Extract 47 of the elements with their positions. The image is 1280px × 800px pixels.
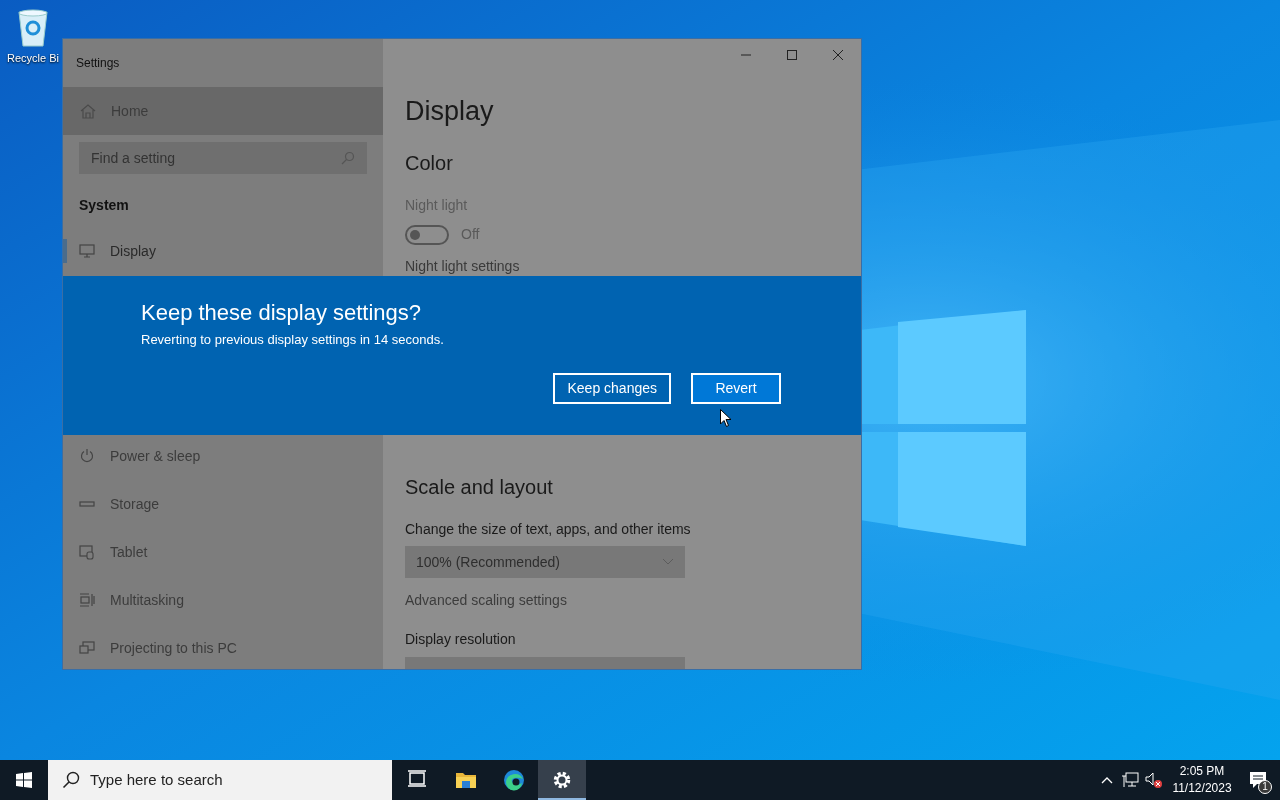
revert-button[interactable]: Revert <box>691 373 781 404</box>
home-icon <box>80 103 96 119</box>
tablet-icon <box>79 544 95 560</box>
chevron-down-icon <box>662 558 674 566</box>
nav-item[interactable]: Storage <box>63 480 383 528</box>
settings-link[interactable]: Advanced scaling settings <box>405 590 567 610</box>
close-icon <box>833 50 843 60</box>
monitor-icon <box>79 243 95 259</box>
multitask-icon <box>79 592 95 608</box>
window-title: Settings <box>76 55 120 72</box>
notification-count-badge: 1 <box>1258 780 1272 794</box>
taskbar-app-button[interactable] <box>538 760 586 800</box>
maximize-icon <box>787 50 797 60</box>
notifications-button[interactable]: 1 <box>1236 760 1280 800</box>
nav-item[interactable]: Multitasking <box>63 576 383 624</box>
chevron-up-icon <box>1101 776 1113 784</box>
section-heading: Color <box>405 151 453 176</box>
muted-speaker-icon <box>1145 772 1163 788</box>
nav-item[interactable]: Projecting to this PC <box>63 624 383 669</box>
gear-icon <box>551 769 573 791</box>
nav-item[interactable]: Power & sleep <box>63 432 383 480</box>
mouse-pointer-icon <box>720 409 732 428</box>
nav-item[interactable]: Display <box>63 233 383 269</box>
scale-dropdown[interactable]: 100% (Recommended) <box>405 546 685 578</box>
search-icon <box>62 771 80 789</box>
setting-label: Change the size of text, apps, and other items <box>405 520 691 539</box>
power-icon <box>79 448 95 464</box>
selection-indicator <box>63 239 67 263</box>
project-icon <box>79 640 95 656</box>
page-title: Display <box>405 95 494 128</box>
desktop-icon-label[interactable]: Recycle Bi <box>7 50 59 67</box>
search-field[interactable]: Find a setting <box>79 142 367 174</box>
dialog-message: Reverting to previous display settings in 14 seconds. <box>141 331 444 349</box>
settings-link[interactable]: Night light settings <box>405 257 520 275</box>
dialog-title: Keep these display settings? <box>141 299 422 327</box>
taskbar-search-field[interactable]: Type here to search <box>48 760 392 800</box>
clock[interactable]: 2:05 PM 11/12/2023 <box>1168 760 1236 800</box>
night-light-toggle[interactable] <box>405 224 449 245</box>
nav-item[interactable]: Tablet <box>63 528 383 576</box>
search-icon <box>341 151 355 165</box>
keep-changes-button[interactable]: Keep changes <box>553 373 671 404</box>
section-heading: Scale and layout <box>405 475 553 500</box>
windows-logo-icon <box>16 772 32 788</box>
section-heading: System <box>79 195 129 215</box>
browser-icon <box>503 769 525 791</box>
network-icon <box>1121 772 1139 788</box>
setting-label: Display resolution <box>405 630 516 649</box>
